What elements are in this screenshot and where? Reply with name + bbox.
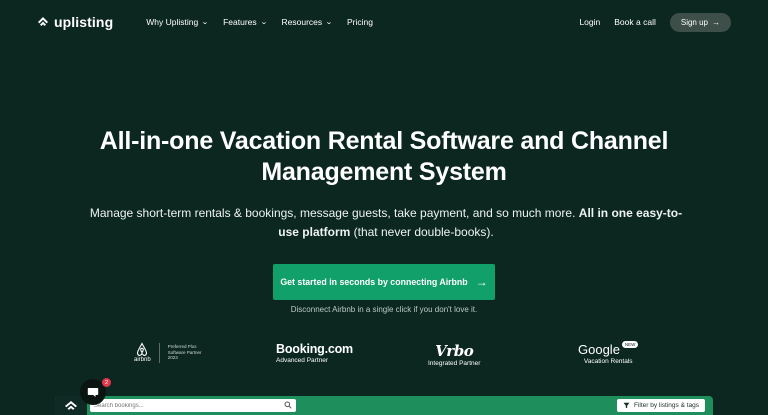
google-logo: Google (578, 342, 620, 357)
hero-title: All-in-one Vacation Rental Software and … (0, 126, 768, 188)
hero-title-line2: Management System (261, 158, 507, 186)
connect-airbnb-button[interactable]: Get started in seconds by connecting Air… (273, 264, 495, 300)
arrow-right-icon: → (712, 17, 720, 27)
chat-icon (87, 387, 99, 397)
menu-label: Resources (281, 17, 323, 27)
chevron-down-icon: ⌄ (325, 19, 333, 26)
airbnb-logo-icon (137, 342, 148, 356)
filter-label: Filter by listings & tags (633, 402, 699, 409)
menu-label: Features (223, 17, 257, 27)
google-logo-row: Google NEW (578, 341, 639, 357)
book-call-link[interactable]: Book a call (614, 17, 656, 27)
partner-airbnb: airbnb Preferred Plus Software Partner 2… (134, 342, 201, 363)
cta-note: Disconnect Airbnb in a single click if y… (290, 305, 478, 314)
google-sub: Vacation Rentals (583, 358, 633, 365)
signup-label: Sign up (680, 17, 708, 27)
uplisting-logo-icon (65, 401, 77, 410)
airbnb-badge-line1: Preferred Plus (167, 344, 197, 350)
nav-actions: Login Book a call Sign up → (579, 12, 731, 32)
partner-booking: Booking.com Advanced Partner (276, 342, 353, 364)
uplisting-logo-icon (38, 17, 48, 26)
brand-name: uplisting (54, 14, 114, 30)
arrow-right-icon: → (475, 275, 488, 289)
menu-resources[interactable]: Resources ⌄ (282, 17, 333, 27)
login-link[interactable]: Login (579, 17, 600, 27)
search-icon[interactable] (284, 401, 292, 409)
chevron-down-icon: ⌄ (259, 19, 268, 26)
notification-badge: 2 (102, 378, 111, 387)
booking-sub: Advanced Partner (276, 357, 329, 364)
top-navbar: uplisting Why Uplisting ⌄ Features ⌄ Res… (0, 0, 768, 44)
menu-label: Why Uplisting (146, 17, 199, 27)
app-preview: Filter by listings & tags (55, 396, 713, 415)
vrbo-logo: Vrbo (435, 342, 474, 360)
cta-label: Get started in seconds by connecting Air… (280, 277, 468, 287)
menu-why-uplisting[interactable]: Why Uplisting ⌄ (146, 17, 209, 27)
main-menu: Why Uplisting ⌄ Features ⌄ Resources ⌄ P… (146, 17, 373, 27)
hero-title-line1: All-in-one Vacation Rental Software and … (99, 127, 669, 155)
partner-vrbo: Vrbo Integrated Partner (428, 342, 480, 367)
airbnb-badge: Preferred Plus Software Partner 2023 (168, 344, 202, 361)
menu-label: Pricing (347, 17, 373, 27)
new-badge: NEW (621, 341, 639, 348)
airbnb-name: airbnb (134, 357, 151, 363)
airbnb-logo: airbnb (134, 342, 151, 363)
search-bookings-field[interactable] (90, 399, 296, 412)
menu-pricing[interactable]: Pricing (347, 17, 373, 27)
menu-features[interactable]: Features ⌄ (223, 17, 268, 27)
hero-sub-end: (that never double-books). (353, 225, 494, 239)
vrbo-sub: Integrated Partner (428, 360, 481, 367)
filter-icon (623, 402, 630, 409)
divider (158, 342, 160, 363)
search-input[interactable] (94, 402, 274, 409)
hero-sub-text: Manage short-term rentals & bookings, me… (89, 206, 576, 220)
brand-logo[interactable]: uplisting (37, 14, 113, 30)
airbnb-badge-line3: 2023 (167, 355, 178, 361)
chevron-down-icon: ⌄ (201, 19, 209, 26)
signup-button[interactable]: Sign up → (669, 12, 731, 32)
hero-subtitle: Manage short-term rentals & bookings, me… (86, 204, 686, 242)
filter-button[interactable]: Filter by listings & tags (616, 399, 705, 412)
partner-google: Google NEW Vacation Rentals (578, 341, 639, 365)
booking-logo: Booking.com (276, 342, 353, 356)
